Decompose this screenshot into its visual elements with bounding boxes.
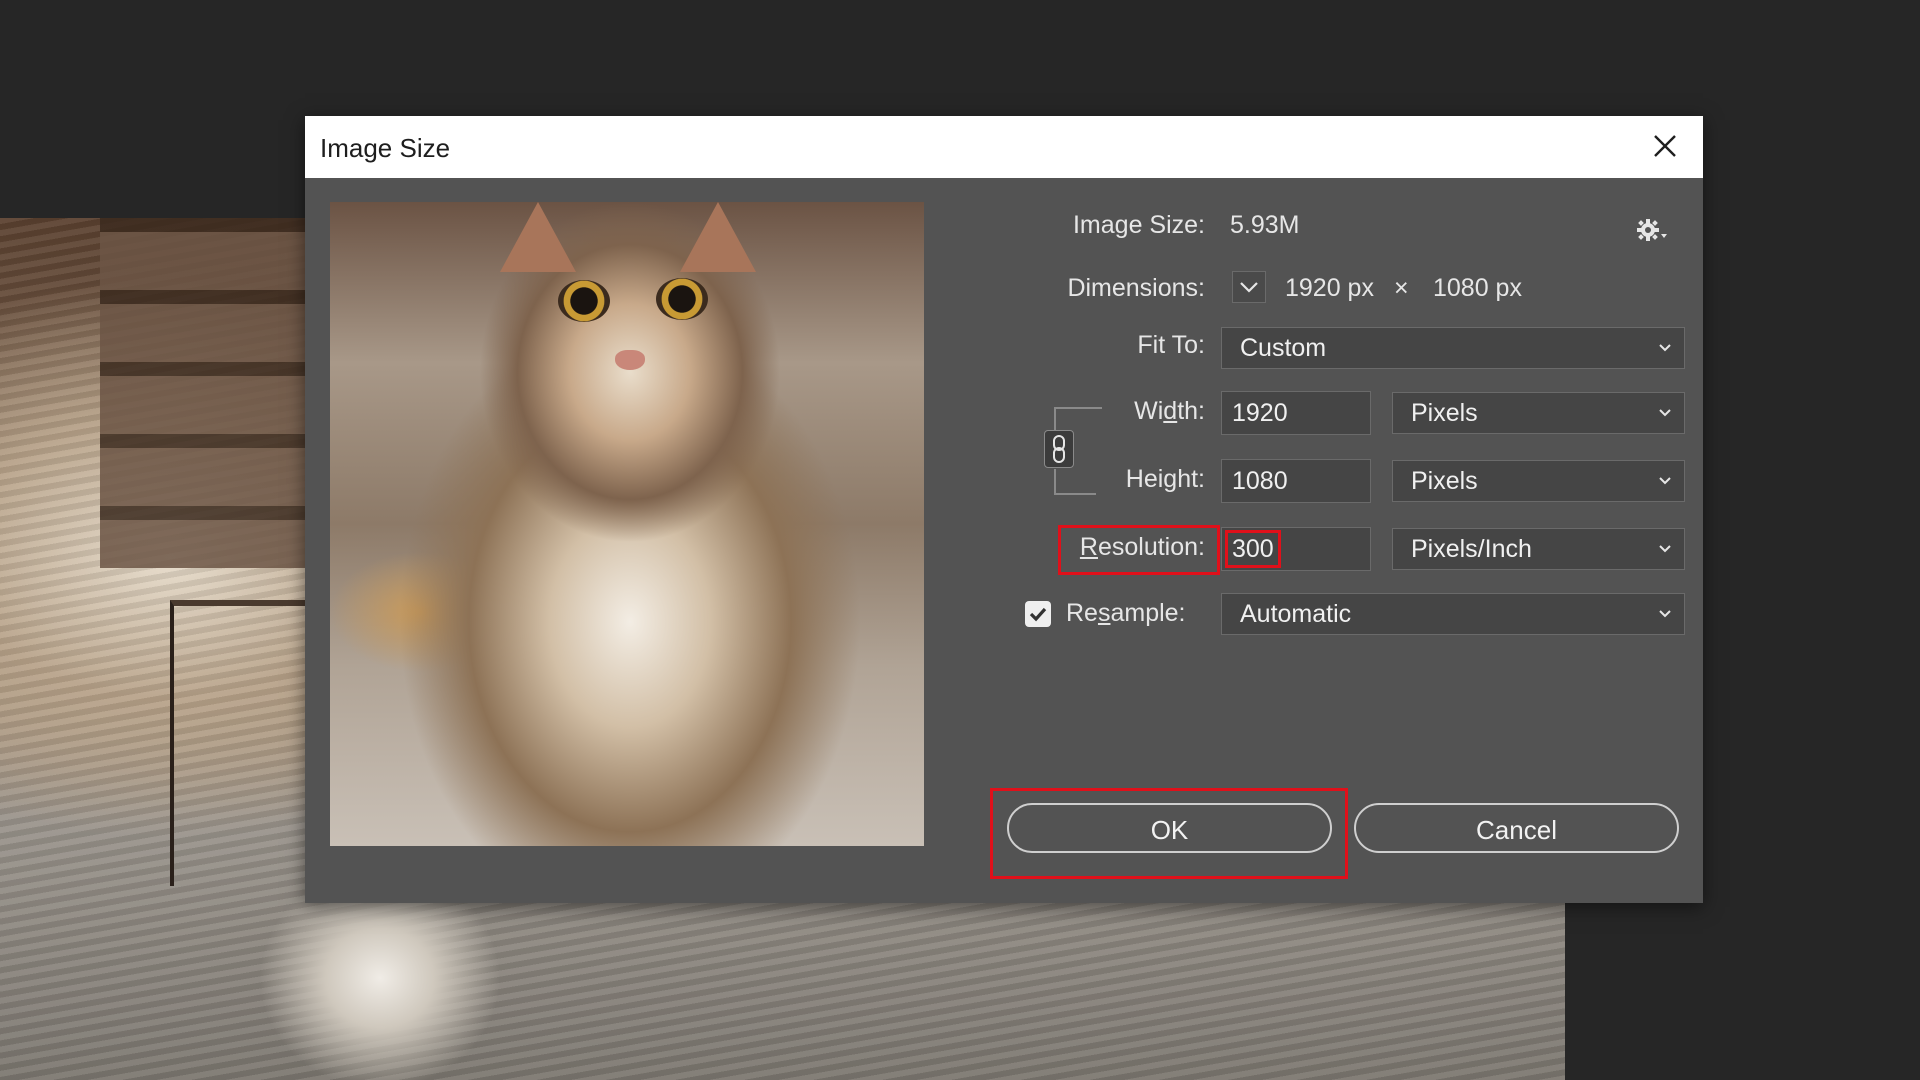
height-label: Height: xyxy=(1125,465,1205,493)
constrain-bracket-bottom xyxy=(1054,469,1096,495)
close-button[interactable] xyxy=(1645,126,1685,166)
resolution-input[interactable] xyxy=(1221,527,1371,571)
width-unit-value: Pixels xyxy=(1411,399,1478,427)
resolution-unit-value: Pixels/Inch xyxy=(1411,535,1532,563)
preview-cat-eye-right xyxy=(656,278,708,320)
resample-select[interactable]: Automatic xyxy=(1221,593,1685,635)
resample-checkbox[interactable] xyxy=(1025,601,1051,627)
chevron-down-icon xyxy=(1240,282,1258,293)
dialog-titlebar: Image Size xyxy=(305,116,1703,178)
resolution-unit-select[interactable]: Pixels/Inch xyxy=(1392,528,1685,570)
chevron-down-icon xyxy=(1659,610,1671,618)
height-unit-select[interactable]: Pixels xyxy=(1392,460,1685,502)
fit-to-value: Custom xyxy=(1240,334,1327,362)
close-icon xyxy=(1654,135,1676,157)
height-unit-value: Pixels xyxy=(1411,467,1478,495)
dimensions-times-sign: × xyxy=(1394,274,1409,302)
chevron-down-icon xyxy=(1659,409,1671,417)
image-size-dialog: Image Size Image Size: 5.93M Dimensions:… xyxy=(305,116,1703,903)
image-size-label: Image Size: xyxy=(1072,211,1205,239)
fit-to-select[interactable]: Custom xyxy=(1221,327,1685,369)
width-label: Width: xyxy=(1134,397,1205,425)
fit-to-label: Fit To: xyxy=(1137,331,1205,359)
dimensions-width-value: 1920 px xyxy=(1285,274,1374,302)
resample-label: Resample: xyxy=(1066,599,1186,627)
height-input[interactable] xyxy=(1221,459,1371,503)
width-input[interactable] xyxy=(1221,391,1371,435)
chevron-down-icon xyxy=(1659,545,1671,553)
constrain-proportions-button[interactable] xyxy=(1044,430,1074,468)
checkmark-icon xyxy=(1029,607,1047,622)
preview-cat-eye-left xyxy=(558,280,610,322)
chain-link-icon xyxy=(1053,435,1065,463)
preview-cat-nose xyxy=(615,350,645,370)
image-preview[interactable] xyxy=(330,202,924,846)
ok-button[interactable]: OK xyxy=(1007,803,1332,853)
preview-cat-ear-right xyxy=(680,202,756,272)
background-side-table xyxy=(170,600,314,886)
background-bookshelf xyxy=(100,218,310,568)
chevron-down-icon xyxy=(1659,477,1671,485)
preview-cat-ear-left xyxy=(500,202,576,272)
chevron-down-icon xyxy=(1659,344,1671,352)
resample-value: Automatic xyxy=(1240,600,1352,628)
width-unit-select[interactable]: Pixels xyxy=(1392,392,1685,434)
resolution-label: Resolution: xyxy=(1079,533,1205,561)
dimensions-units-toggle[interactable] xyxy=(1232,271,1266,303)
image-size-value: 5.93M xyxy=(1230,211,1300,239)
dialog-title: Image Size xyxy=(320,133,451,163)
dimensions-label: Dimensions: xyxy=(1067,274,1205,302)
settings-button[interactable] xyxy=(1635,216,1669,246)
gear-icon xyxy=(1637,219,1667,241)
dimensions-height-value: 1080 px xyxy=(1433,274,1522,302)
cancel-button[interactable]: Cancel xyxy=(1354,803,1679,853)
